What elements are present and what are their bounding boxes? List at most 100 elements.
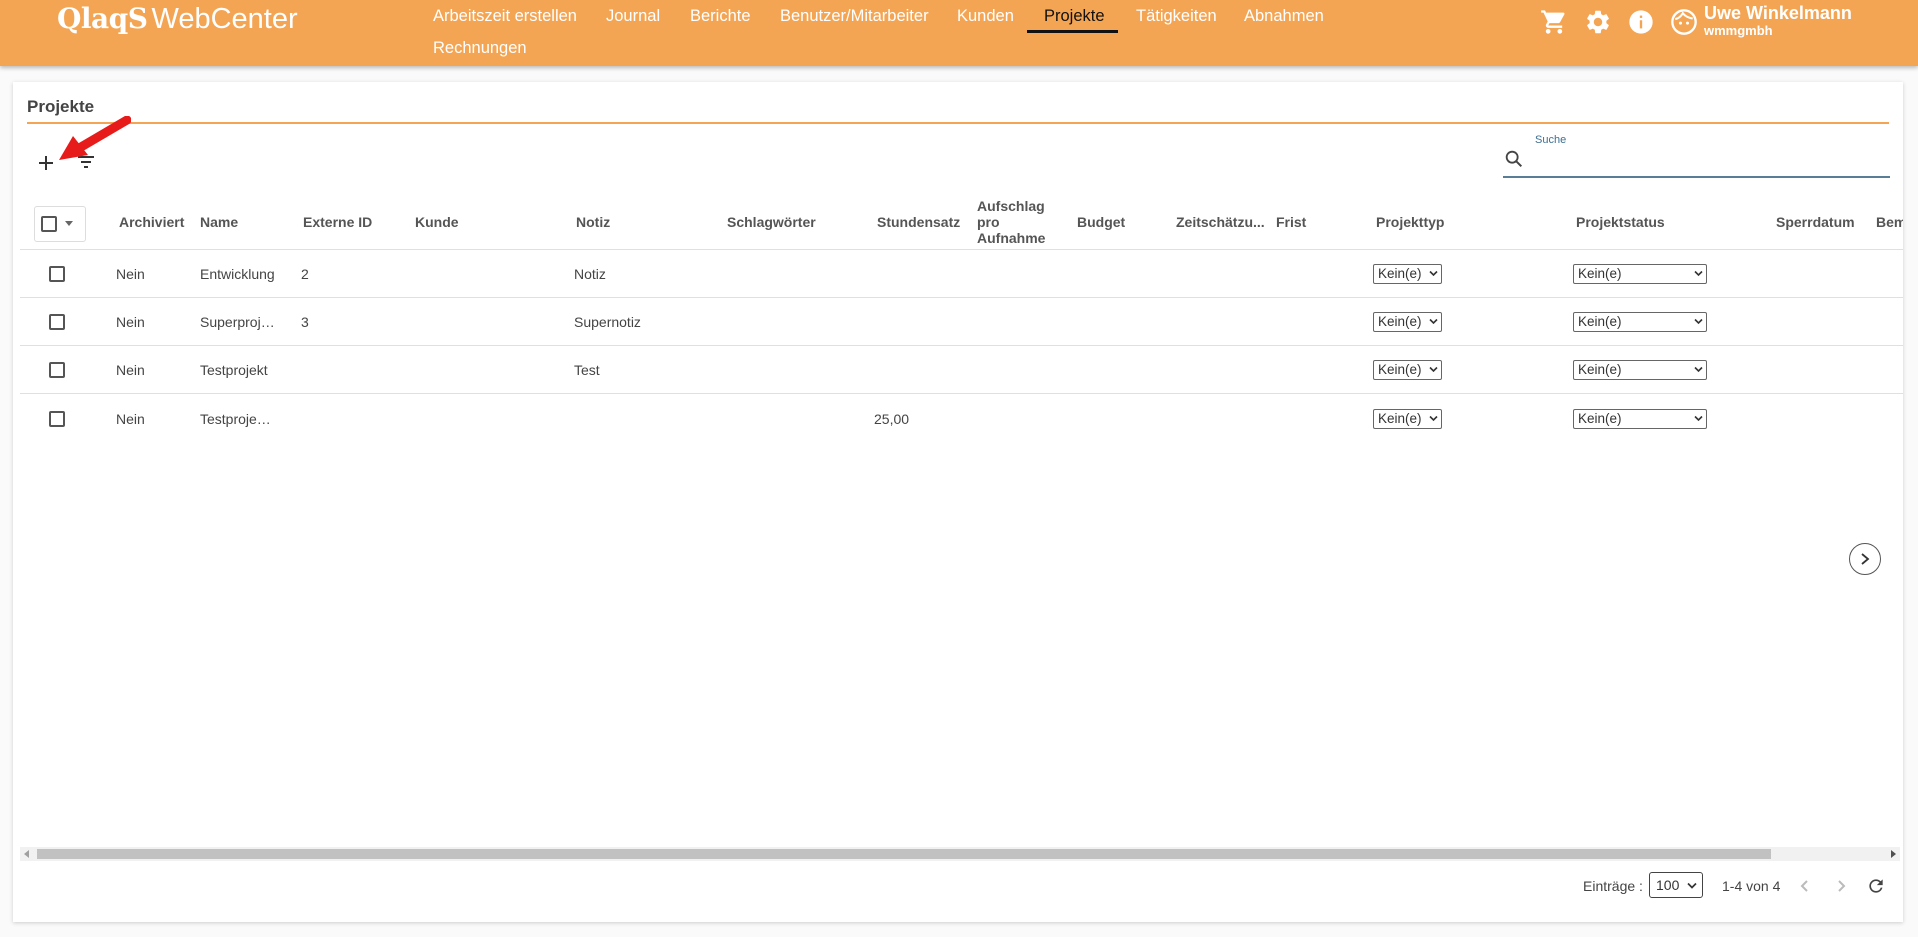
search-input[interactable] xyxy=(1535,148,1885,172)
col-kunde[interactable]: Kunde xyxy=(415,214,495,230)
chevron-down-icon xyxy=(1429,270,1438,277)
search-icon xyxy=(1505,150,1523,168)
projekttyp-select[interactable]: Kein(e) xyxy=(1373,360,1442,380)
app-logo[interactable]: QlaqS WebCenter xyxy=(57,2,298,36)
col-budget[interactable]: Budget xyxy=(1077,214,1147,230)
col-notiz[interactable]: Notiz xyxy=(576,214,656,230)
col-frist[interactable]: Frist xyxy=(1276,214,1336,230)
projektstatus-select[interactable]: Kein(e) xyxy=(1573,264,1707,284)
page-size-value: 100 xyxy=(1656,877,1680,893)
projektstatus-value: Kein(e) xyxy=(1578,266,1622,281)
col-name[interactable]: Name xyxy=(200,214,280,230)
cell-notiz: Supernotiz xyxy=(574,314,641,330)
search-field[interactable]: Suche xyxy=(1503,130,1890,178)
scroll-right-arrow-icon[interactable] xyxy=(1889,850,1897,858)
user-company: wmmgmbh xyxy=(1704,23,1773,38)
page-range: 1-4 von 4 xyxy=(1722,878,1781,894)
chevron-down-icon xyxy=(1694,366,1703,373)
cell-name: Testprojekt xyxy=(200,362,268,378)
projekttyp-select[interactable]: Kein(e) xyxy=(1373,312,1442,332)
row-checkbox[interactable] xyxy=(49,411,65,427)
info-icon[interactable] xyxy=(1627,8,1655,36)
nav-journal[interactable]: Journal xyxy=(606,7,660,26)
add-project-button[interactable] xyxy=(37,154,55,172)
col-projektstatus[interactable]: Projektstatus xyxy=(1576,214,1686,230)
chevron-down-icon xyxy=(1429,318,1438,325)
nav-active-indicator xyxy=(1027,30,1118,33)
projektstatus-select[interactable]: Kein(e) xyxy=(1573,312,1707,332)
nav-arbeitszeit-erstellen[interactable]: Arbeitszeit erstellen xyxy=(433,7,577,26)
projekttyp-select[interactable]: Kein(e) xyxy=(1373,264,1442,284)
logo-suffix: WebCenter xyxy=(151,3,298,35)
previous-page-button[interactable] xyxy=(1795,876,1815,896)
nav-kunden[interactable]: Kunden xyxy=(957,7,1014,26)
cell-archiviert: Nein xyxy=(116,411,145,427)
page-size-label: Einträge : xyxy=(1583,878,1643,894)
table-row[interactable]: Nein Entwicklung 2 Notiz Kein(e) Kein(e) xyxy=(20,250,1903,298)
col-projekttyp[interactable]: Projekttyp xyxy=(1376,214,1476,230)
projekttyp-select[interactable]: Kein(e) xyxy=(1373,409,1442,429)
projects-card: Projekte Suche Archiviert Name Externe I… xyxy=(13,82,1903,922)
scrollbar-thumb[interactable] xyxy=(37,849,1771,859)
cell-name: Entwicklung xyxy=(200,266,275,282)
row-checkbox[interactable] xyxy=(49,266,65,282)
logo-brand: QlaqS xyxy=(57,2,148,35)
cart-icon[interactable] xyxy=(1540,8,1568,36)
cell-externe-id: 2 xyxy=(301,266,309,282)
projektstatus-value: Kein(e) xyxy=(1578,362,1622,377)
row-checkbox[interactable] xyxy=(49,362,65,378)
col-schlagwoerter[interactable]: Schlagwörter xyxy=(727,214,837,230)
cell-name: Superproj… xyxy=(200,314,275,330)
next-page-button[interactable] xyxy=(1831,876,1851,896)
cell-archiviert: Nein xyxy=(116,266,145,282)
annotation-arrow-icon xyxy=(59,116,131,160)
col-zeitschaetzung[interactable]: Zeitschätzu... xyxy=(1176,214,1276,230)
search-label: Suche xyxy=(1535,134,1567,146)
col-bemerkung[interactable]: Beme xyxy=(1876,214,1903,230)
table-row[interactable]: Nein Testproje… 25,00 Kein(e) Kein(e) xyxy=(20,394,1903,443)
col-sperrdatum[interactable]: Sperrdatum xyxy=(1776,214,1866,230)
refresh-icon[interactable] xyxy=(1866,876,1886,896)
horizontal-scrollbar[interactable] xyxy=(20,847,1900,861)
chevron-down-icon xyxy=(1694,415,1703,422)
projekttyp-value: Kein(e) xyxy=(1378,314,1422,329)
user-face-icon[interactable] xyxy=(1670,8,1698,36)
table-header: Archiviert Name Externe ID Kunde Notiz S… xyxy=(20,192,1903,250)
select-all-checkbox[interactable] xyxy=(41,216,57,232)
projektstatus-select[interactable]: Kein(e) xyxy=(1573,409,1707,429)
scroll-left-arrow-icon[interactable] xyxy=(23,850,31,858)
cell-notiz: Test xyxy=(574,362,600,378)
cell-archiviert: Nein xyxy=(116,314,145,330)
nav-benutzer-mitarbeiter[interactable]: Benutzer/Mitarbeiter xyxy=(780,7,929,26)
scroll-columns-right-button[interactable] xyxy=(1849,543,1881,575)
chevron-down-icon xyxy=(1687,882,1697,889)
settings-gear-icon[interactable] xyxy=(1584,8,1612,36)
nav-abnahmen[interactable]: Abnahmen xyxy=(1244,7,1324,26)
nav-projekte[interactable]: Projekte xyxy=(1044,7,1105,26)
projektstatus-value: Kein(e) xyxy=(1578,314,1622,329)
select-all-menu[interactable] xyxy=(34,206,86,242)
col-stundensatz[interactable]: Stundensatz xyxy=(877,214,967,230)
col-externe-id[interactable]: Externe ID xyxy=(303,214,393,230)
projektstatus-value: Kein(e) xyxy=(1578,411,1622,426)
row-checkbox[interactable] xyxy=(49,314,65,330)
chevron-down-icon xyxy=(1429,366,1438,373)
projektstatus-select[interactable]: Kein(e) xyxy=(1573,360,1707,380)
cell-stundensatz: 25,00 xyxy=(874,411,910,427)
projekttyp-value: Kein(e) xyxy=(1378,411,1422,426)
cell-notiz: Notiz xyxy=(574,266,606,282)
cell-externe-id: 3 xyxy=(301,314,309,330)
chevron-down-icon xyxy=(1429,415,1438,422)
page-size-select[interactable]: 100 xyxy=(1649,872,1703,898)
caret-down-icon xyxy=(65,221,73,226)
table-row[interactable]: Nein Superproj… 3 Supernotiz Kein(e) Kei… xyxy=(20,298,1903,346)
chevron-down-icon xyxy=(1694,270,1703,277)
col-aufschlag-pro-aufnahme[interactable]: Aufschlag pro Aufnahme xyxy=(977,198,1049,246)
nav-taetigkeiten[interactable]: Tätigkeiten xyxy=(1136,7,1217,26)
page-title: Projekte xyxy=(27,97,95,116)
nav-berichte[interactable]: Berichte xyxy=(690,7,751,26)
table-row[interactable]: Nein Testprojekt Test Kein(e) Kein(e) xyxy=(20,346,1903,394)
col-archiviert[interactable]: Archiviert xyxy=(119,214,189,230)
user-name[interactable]: Uwe Winkelmann xyxy=(1704,3,1852,24)
nav-rechnungen[interactable]: Rechnungen xyxy=(433,39,527,58)
